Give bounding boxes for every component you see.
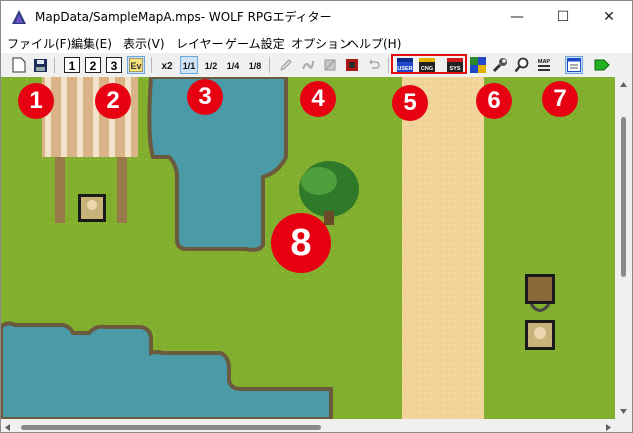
callout-badge-4: 4 — [300, 81, 336, 117]
callout-badge-5: 5 — [392, 85, 428, 121]
callout-badge-2: 2 — [95, 83, 131, 119]
scrollbar-corner — [615, 419, 632, 432]
test-play-icon — [594, 59, 610, 71]
menu-game-settings[interactable]: ゲーム設定 — [225, 35, 285, 52]
tile-select-button[interactable] — [343, 56, 361, 74]
svg-text:3: 3 — [111, 59, 118, 73]
window-mode-icon — [567, 58, 581, 72]
zoom-1-2-icon: 1/2 — [205, 61, 218, 71]
menu-layer[interactable]: レイヤー — [176, 35, 224, 52]
layer-3-button[interactable]: 3 — [105, 56, 123, 74]
settings-wrench-button[interactable] — [491, 56, 509, 74]
event-marker-character[interactable] — [525, 320, 555, 350]
zoom-1-1-button[interactable]: 1/1 — [180, 56, 198, 74]
common-event-button[interactable] — [469, 56, 487, 74]
menu-file[interactable]: ファイル(F) — [7, 35, 71, 52]
menu-edit[interactable]: 編集(E) — [71, 35, 112, 52]
pencil-icon — [280, 59, 292, 71]
layer-3-icon: 3 — [106, 57, 122, 73]
map-canvas[interactable]: 1 2 3 4 5 6 7 8 — [1, 77, 615, 419]
window-mode-button[interactable] — [565, 56, 583, 74]
layer-2-icon: 2 — [85, 57, 101, 73]
undo-icon — [369, 59, 380, 69]
test-play-button[interactable] — [593, 56, 611, 74]
title-bar: MapData/SampleMapA.mps- WOLF RPGエディター — … — [1, 1, 632, 32]
fill-tool-button[interactable] — [321, 56, 339, 74]
search-tool-button[interactable] — [513, 56, 531, 74]
callout-badge-7: 7 — [542, 81, 578, 117]
callout-badge-8: 8 — [271, 213, 331, 273]
zoom-x2-icon: x2 — [161, 61, 173, 72]
close-icon: ✕ — [603, 8, 615, 25]
maximize-button[interactable]: ☐ — [540, 1, 586, 32]
maximize-icon: ☐ — [556, 8, 570, 25]
menu-bar: ファイル(F) 編集(E) 表示(V) レイヤー ゲーム設定 オプション ヘルプ… — [1, 32, 632, 53]
wolf-app-icon — [12, 10, 26, 24]
sand-path — [402, 77, 484, 419]
callout-badge-6: 6 — [476, 83, 512, 119]
layer-2-button[interactable]: 2 — [84, 56, 102, 74]
toolbar: 1 2 3 Ev x2 1/1 1/2 1/4 1/8 USER CNG SYS… — [1, 53, 632, 78]
svg-text:1/2: 1/2 — [205, 61, 218, 71]
save-button[interactable] — [31, 56, 49, 74]
common-event-icon — [470, 57, 486, 73]
new-file-icon — [12, 57, 26, 73]
event-mode-icon: Ev — [129, 58, 143, 72]
svg-text:1/1: 1/1 — [183, 61, 196, 71]
database-highlight-box — [391, 54, 467, 74]
fill-tool-icon — [324, 59, 336, 71]
wrench-icon — [492, 58, 507, 73]
layer-1-button[interactable]: 1 — [63, 56, 81, 74]
zoom-x2-button[interactable]: x2 — [158, 56, 176, 74]
callout-badge-3: 3 — [187, 79, 223, 115]
zoom-1-4-button[interactable]: 1/4 — [224, 56, 242, 74]
save-icon — [33, 58, 47, 72]
pencil-tool-button[interactable] — [277, 56, 295, 74]
map-selection-button[interactable]: MAP — [535, 56, 553, 74]
toolbar-separator — [269, 57, 270, 73]
line-tool-button[interactable] — [299, 56, 317, 74]
zoom-1-2-button[interactable]: 1/2 — [202, 56, 220, 74]
new-file-button[interactable] — [10, 56, 28, 74]
horizontal-scrollbar[interactable] — [1, 419, 615, 432]
callout-badge-1: 1 — [18, 83, 54, 119]
menu-help[interactable]: ヘルプ(H) — [347, 35, 401, 52]
svg-text:2: 2 — [90, 59, 97, 73]
event-marker-npc[interactable] — [78, 194, 106, 222]
tile-select-icon — [346, 59, 358, 71]
svg-text:1: 1 — [69, 59, 76, 73]
vertical-scrollbar[interactable] — [615, 77, 632, 419]
layer-1-icon: 1 — [64, 57, 80, 73]
svg-text:x2: x2 — [161, 61, 173, 72]
vertical-scrollbar-track — [620, 82, 627, 414]
svg-text:1/4: 1/4 — [227, 61, 240, 71]
zoom-1-1-icon: 1/1 — [183, 61, 196, 71]
svg-text:Ev: Ev — [130, 61, 141, 71]
toolbar-separator — [151, 57, 152, 73]
line-tool-icon — [302, 60, 314, 70]
window-title: MapData/SampleMapA.mps- WOLF RPGエディター — [35, 10, 332, 24]
map-icon: MAP — [538, 59, 551, 71]
zoom-1-4-icon: 1/4 — [227, 61, 240, 71]
svg-text:1/8: 1/8 — [249, 61, 262, 71]
minimize-button[interactable]: — — [494, 1, 540, 32]
app-window: MapData/SampleMapA.mps- WOLF RPGエディター — … — [0, 0, 633, 433]
close-button[interactable]: ✕ — [586, 1, 632, 32]
menu-options[interactable]: オプション — [291, 35, 351, 52]
toolbar-separator — [54, 57, 55, 73]
undo-button[interactable] — [365, 56, 383, 74]
menu-view[interactable]: 表示(V) — [123, 35, 165, 52]
minimize-icon: — — [510, 8, 524, 25]
event-mode-button[interactable]: Ev — [127, 56, 145, 74]
svg-text:MAP: MAP — [538, 59, 551, 65]
zoom-1-8-button[interactable]: 1/8 — [246, 56, 264, 74]
horizontal-scrollbar-track — [5, 424, 611, 431]
zoom-1-8-icon: 1/8 — [249, 61, 262, 71]
toolbar-separator — [388, 57, 389, 73]
magnifier-icon — [514, 57, 529, 73]
